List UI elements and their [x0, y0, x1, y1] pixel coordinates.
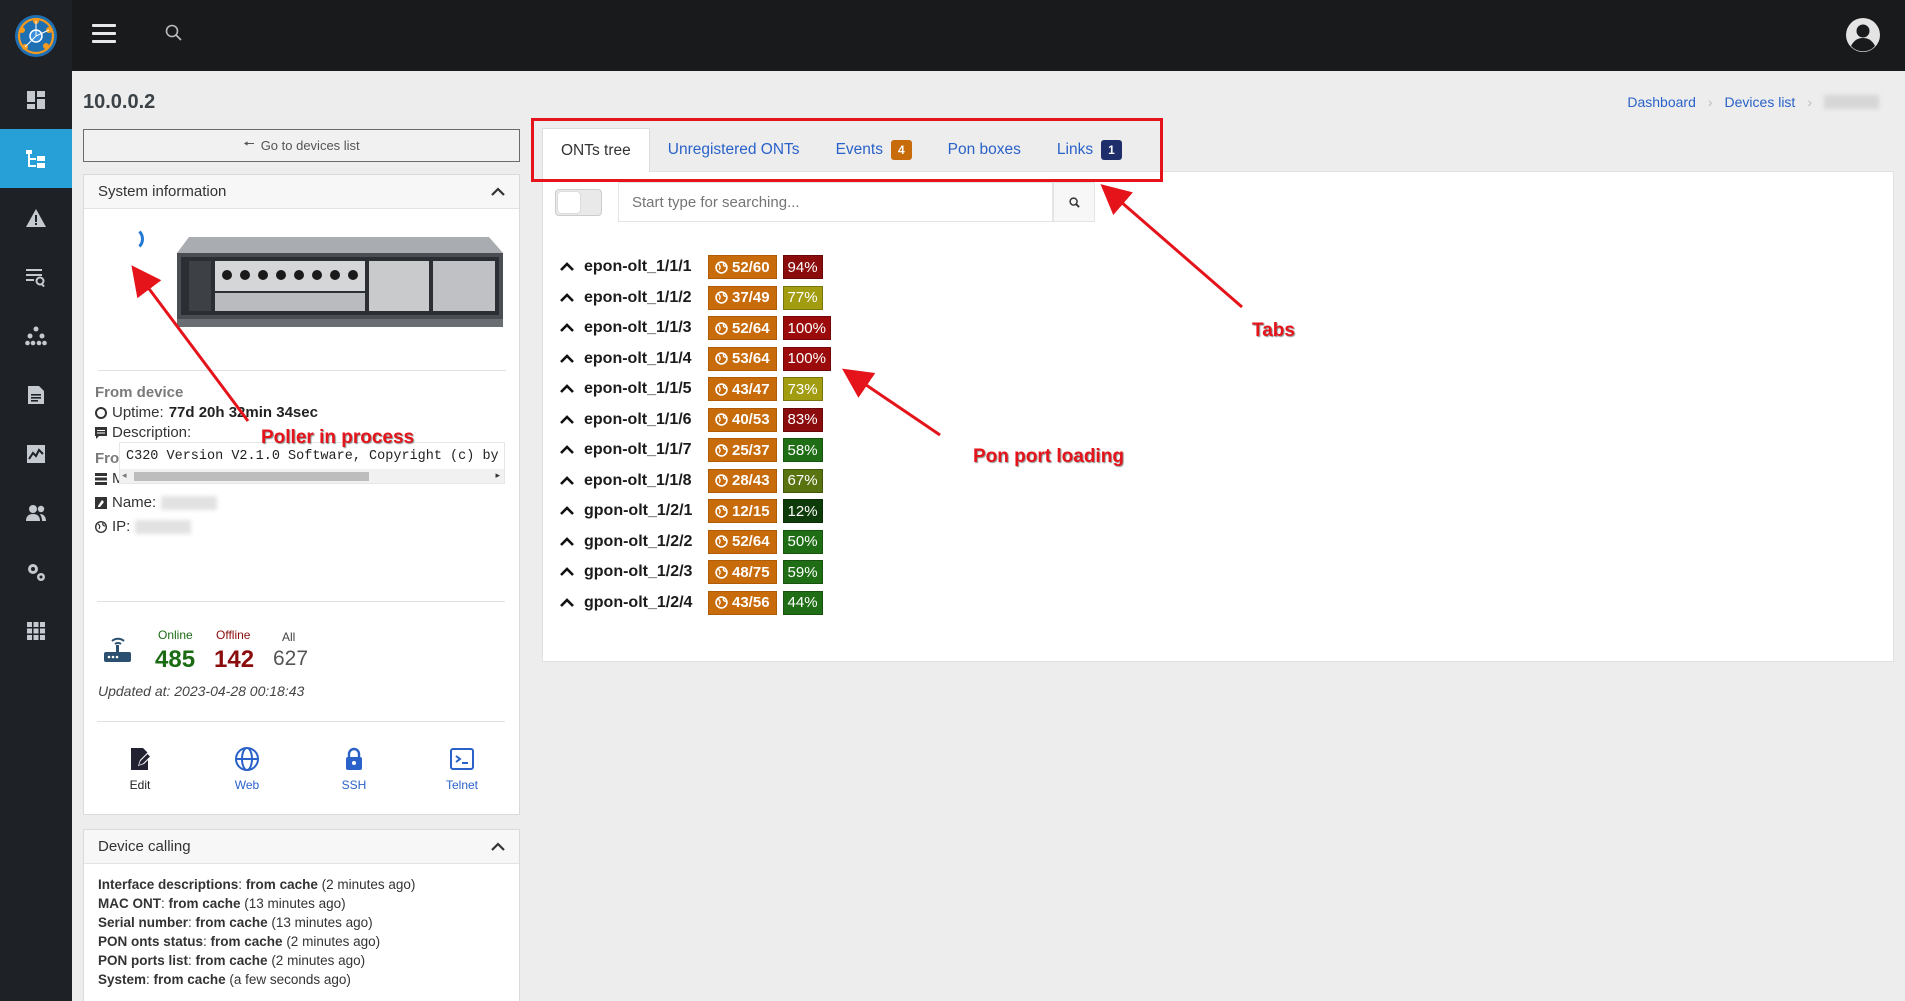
tabs-annotation-label: Tabs	[1252, 320, 1295, 341]
annotation-arrows	[131, 184, 1243, 437]
poller-annotation-label: Poller in process	[261, 427, 415, 448]
pon-annotation-label: Pon port loading	[973, 446, 1124, 467]
